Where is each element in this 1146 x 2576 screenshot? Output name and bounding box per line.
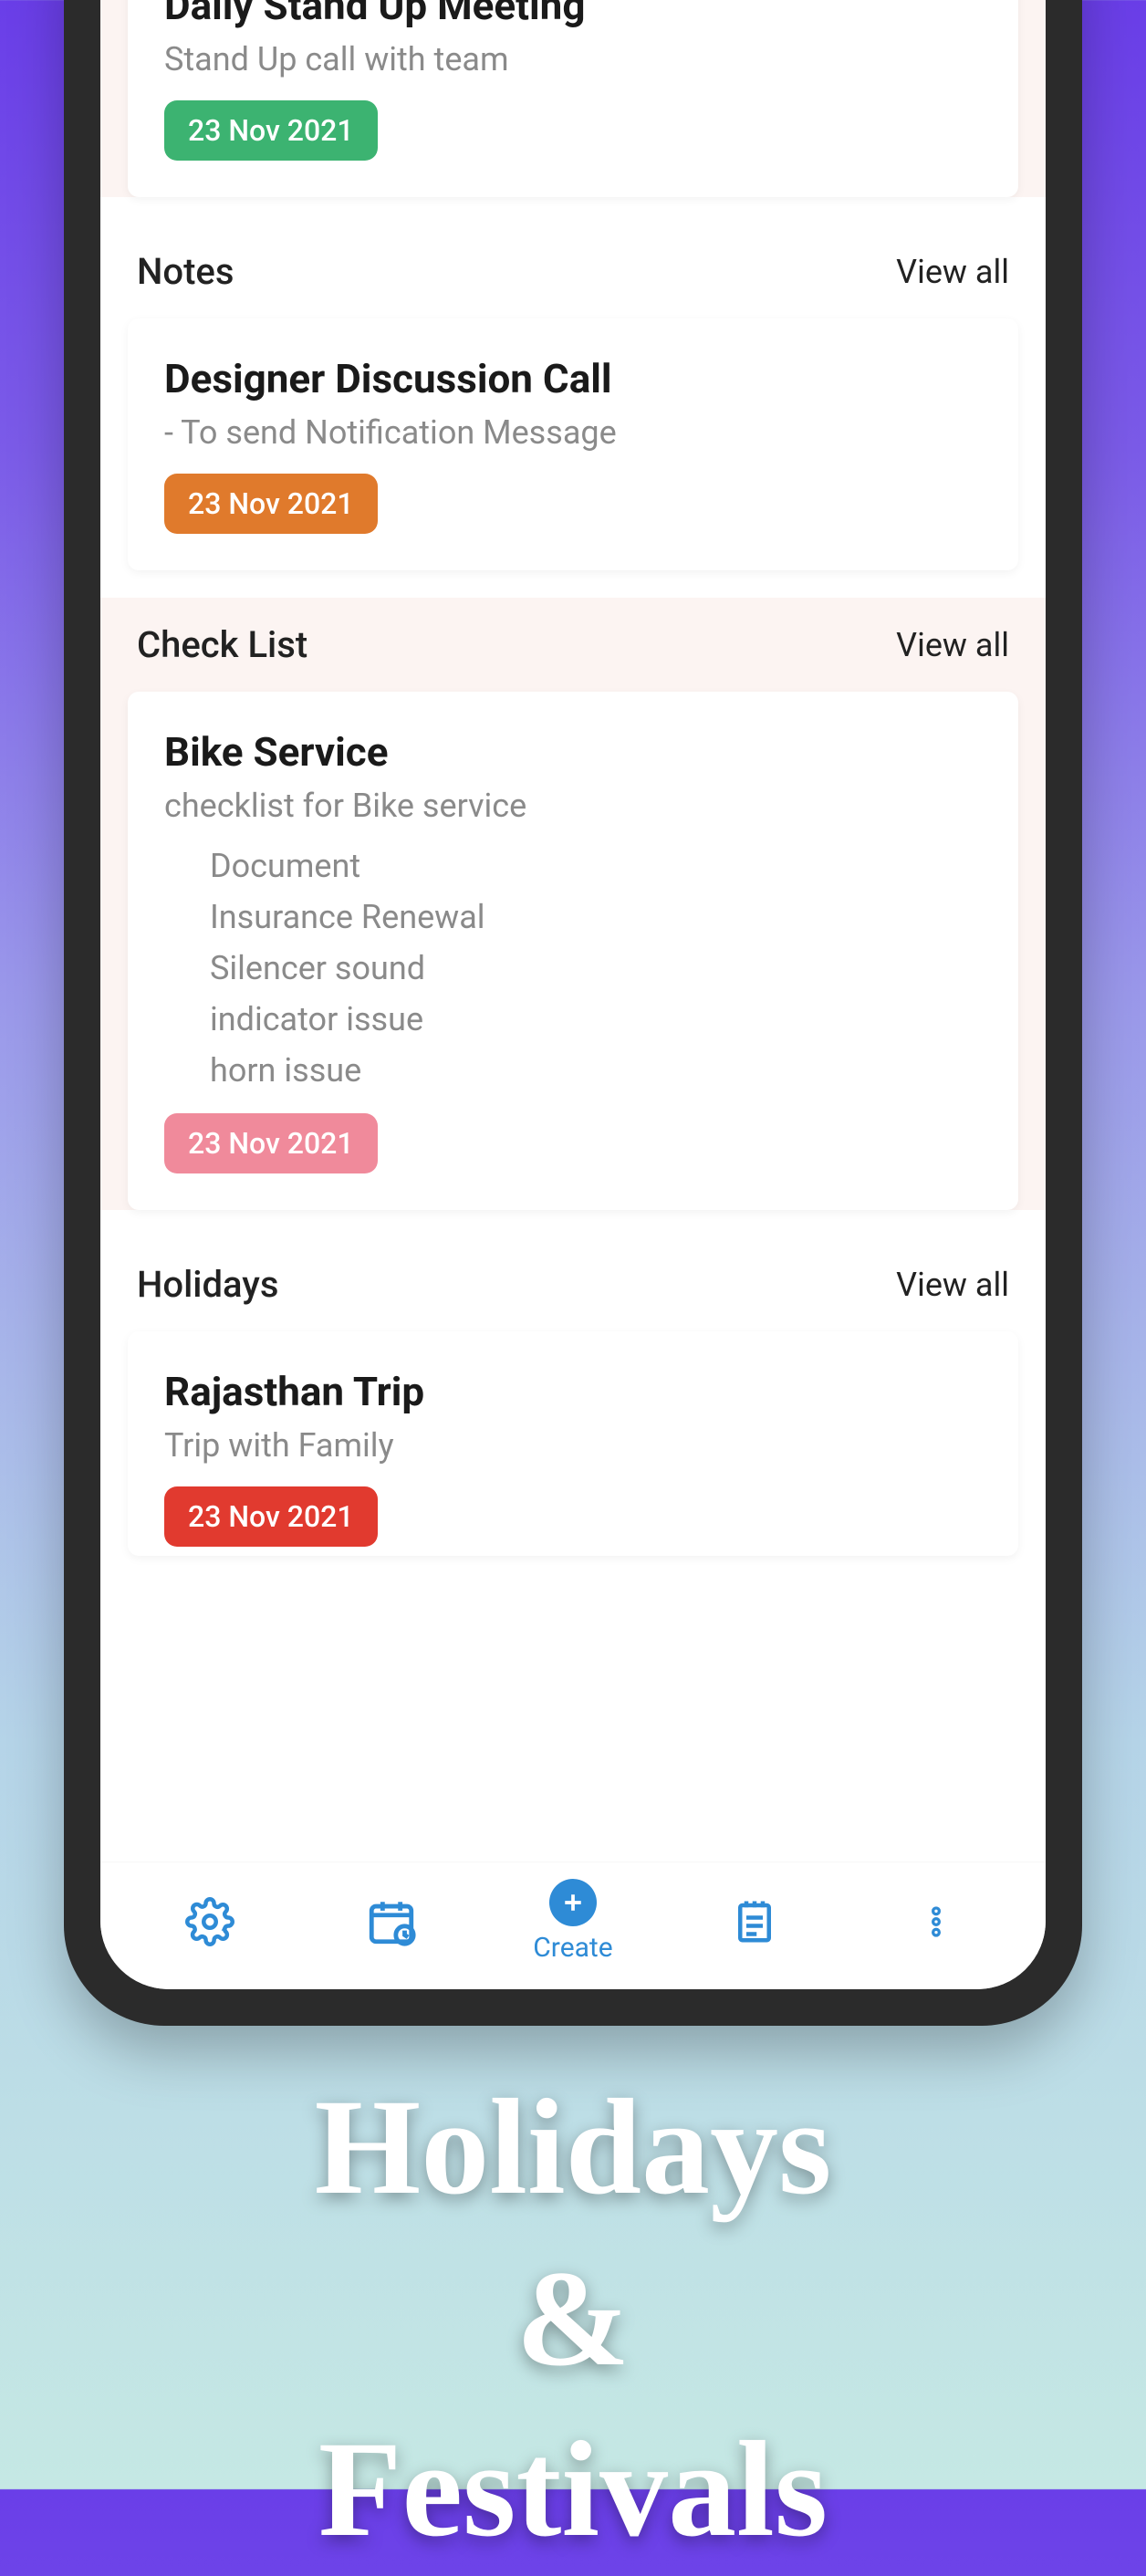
- note-subtitle: - To send Notification Message: [164, 413, 982, 452]
- holidays-section: Holidays View all Rajasthan Trip Trip wi…: [100, 1237, 1046, 1556]
- nav-settings[interactable]: [160, 1893, 260, 1951]
- checklist-section: Check List View all Bike Service checkli…: [100, 598, 1046, 1210]
- calendar-icon: [362, 1893, 421, 1951]
- event-card[interactable]: Daily Stand Up Meeting Stand Up call wit…: [128, 0, 1018, 197]
- holiday-subtitle: Trip with Family: [164, 1426, 982, 1465]
- holiday-title: Rajasthan Trip: [164, 1368, 982, 1415]
- checklist-item: Silencer sound: [210, 949, 982, 987]
- scroll-content[interactable]: Daily Stand Up Meeting Stand Up call wit…: [100, 0, 1046, 1862]
- checklist-date-pill: 23 Nov 2021: [164, 1113, 378, 1173]
- nav-calendar[interactable]: [341, 1893, 442, 1951]
- more-vertical-icon: [907, 1893, 965, 1951]
- notes-view-all[interactable]: View all: [896, 253, 1009, 291]
- checklist-items: Document Insurance Renewal Silencer soun…: [164, 847, 982, 1090]
- checklist-subtitle: checklist for Bike service: [164, 787, 982, 825]
- promo-headline: Holidays & Festivals: [0, 2062, 1146, 2576]
- checklist-section-title: Check List: [137, 623, 307, 666]
- phone-frame: Daily Stand Up Meeting Stand Up call wit…: [64, 0, 1082, 2026]
- nav-create-label: Create: [533, 1932, 612, 1964]
- checklist-item: Insurance Renewal: [210, 898, 982, 936]
- gear-icon: [181, 1893, 239, 1951]
- holidays-view-all[interactable]: View all: [896, 1266, 1009, 1304]
- headline-line: &: [516, 2243, 630, 2394]
- nav-create[interactable]: Create: [523, 1879, 623, 1964]
- holiday-card[interactable]: Rajasthan Trip Trip with Family 23 Nov 2…: [128, 1331, 1018, 1556]
- nav-more[interactable]: [886, 1893, 986, 1951]
- bottom-nav: Create: [100, 1862, 1046, 1989]
- event-date-pill: 23 Nov 2021: [164, 100, 378, 161]
- headline-line: Holidays: [315, 2071, 832, 2223]
- notes-header: Notes View all: [128, 224, 1018, 318]
- note-title: Designer Discussion Call: [164, 355, 982, 402]
- headline-line: Festivals: [318, 2414, 828, 2565]
- note-card[interactable]: Designer Discussion Call - To send Notif…: [128, 318, 1018, 570]
- checklist-item: Document: [210, 847, 982, 885]
- holidays-section-title: Holidays: [137, 1263, 278, 1306]
- holiday-date-pill: 23 Nov 2021: [164, 1486, 378, 1547]
- plus-icon: [549, 1879, 597, 1926]
- note-date-pill: 23 Nov 2021: [164, 474, 378, 534]
- checklist-title: Bike Service: [164, 728, 982, 776]
- notes-section: Notes View all Designer Discussion Call …: [100, 224, 1046, 570]
- notepad-icon: [725, 1893, 784, 1951]
- checklist-item: indicator issue: [210, 1000, 982, 1038]
- event-title: Daily Stand Up Meeting: [164, 0, 982, 29]
- holidays-header: Holidays View all: [128, 1237, 1018, 1331]
- checklist-item: horn issue: [210, 1051, 982, 1090]
- checklist-view-all[interactable]: View all: [896, 626, 1009, 664]
- phone-screen: Daily Stand Up Meeting Stand Up call wit…: [100, 0, 1046, 1989]
- nav-notes[interactable]: [704, 1893, 805, 1951]
- checklist-card[interactable]: Bike Service checklist for Bike service …: [128, 692, 1018, 1210]
- checklist-header: Check List View all: [128, 598, 1018, 692]
- event-subtitle: Stand Up call with team: [164, 40, 982, 78]
- events-section: Daily Stand Up Meeting Stand Up call wit…: [100, 0, 1046, 197]
- notes-section-title: Notes: [137, 250, 234, 293]
